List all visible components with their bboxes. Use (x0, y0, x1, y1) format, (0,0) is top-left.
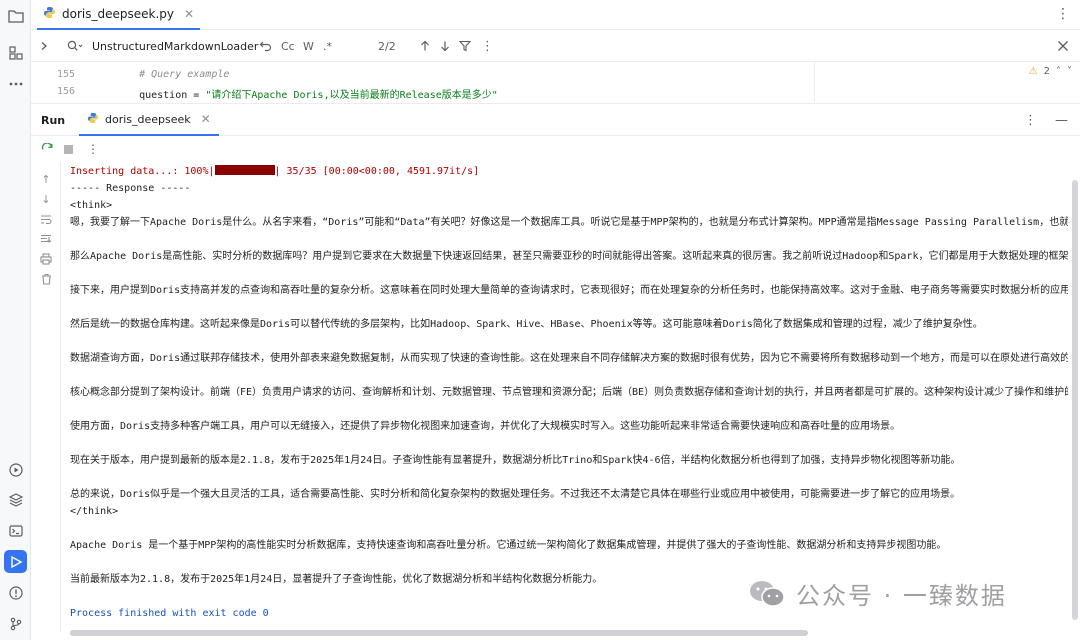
git-icon[interactable] (4, 612, 27, 635)
stop-icon[interactable] (61, 142, 75, 156)
code-string: "请介绍下Apache Doris,以及当前最新的Release版本是多少" (205, 90, 498, 101)
search-input[interactable]: UnstructuredMarkdownLoader (92, 30, 258, 62)
project-folder-icon[interactable] (4, 4, 27, 27)
services-icon[interactable] (4, 458, 27, 481)
filter-icon[interactable] (459, 30, 471, 62)
run-icon[interactable] (4, 550, 27, 573)
undo-icon[interactable] (259, 30, 272, 62)
watermark-text: 公众号 · 一臻数据 (796, 582, 1007, 610)
editor-tab-bar: doris_deepseek.py ✕ ⋮ (31, 0, 1080, 30)
line-number: 156 (56, 86, 75, 97)
rerun-icon[interactable] (40, 142, 54, 156)
tab-options-icon[interactable]: ⋮ (1056, 6, 1070, 22)
search-options-icon[interactable]: ⋮ (481, 30, 494, 62)
minimize-icon[interactable]: — (1055, 113, 1068, 128)
clear-trash-icon[interactable] (39, 272, 53, 286)
console-line: 当前最新版本为2.1.8，发布于2025年1月24日，显著提升了子查询性能，优化… (70, 574, 603, 585)
code-line: question = "请介绍下Apache Doris,以及当前最新的Rele… (115, 86, 498, 101)
run-tool-header: Run doris_deepseek ✕ ⋮ — (31, 104, 1080, 136)
match-case-toggle[interactable]: Cc (281, 30, 295, 62)
run-config-tab[interactable]: doris_deepseek ✕ (79, 104, 219, 136)
whole-words-toggle[interactable]: W (303, 30, 314, 62)
run-tool-title: Run (41, 113, 66, 127)
scroll-up-icon[interactable]: ↑ (39, 172, 53, 186)
console-line: 核心概念部分提到了架构设计。前端（FE）负责用户请求的访问、查询解析和计划、元数… (70, 387, 1068, 398)
watermark: 公众号 · 一臻数据 (748, 576, 1007, 611)
console-line: </think> (70, 506, 119, 517)
editor-right-margin (814, 62, 815, 103)
warning-count: 2 (1043, 66, 1050, 77)
console-line: 那么Apache Doris是高性能、实时分析的数据库吗？用户提到它要求在大数据… (70, 251, 1068, 262)
line-number: 155 (56, 69, 75, 80)
console-line: 数据湖查询方面，Doris通过联邦存储技术，使用外部表来避免数据复制，从而实现了… (70, 353, 1068, 364)
scroll-to-end-icon[interactable] (39, 232, 53, 246)
close-tab-icon[interactable]: ✕ (184, 7, 194, 21)
problems-icon[interactable] (4, 581, 27, 604)
chevron-down-icon[interactable]: ˅ (1067, 66, 1072, 77)
activity-bar (0, 0, 31, 640)
print-icon[interactable] (39, 252, 53, 266)
layers-icon[interactable] (4, 488, 27, 511)
regex-toggle[interactable]: .* (323, 30, 332, 62)
close-tab-icon[interactable]: ✕ (201, 112, 211, 126)
progress-line: Inserting data...: 100%| | 35/35 [00:00<0… (70, 165, 479, 179)
match-count: 2/2 (378, 39, 396, 53)
close-search-icon[interactable] (1057, 30, 1069, 62)
console-line: 接下来，用户提到Doris支持高并发的点查询和高吞吐量的复杂分析。这意味着在同时… (70, 285, 1068, 296)
find-bar: UnstructuredMarkdownLoader Cc W .* 2/2 ⋮ (31, 30, 1080, 62)
code-assignment: question = (115, 90, 206, 101)
chevron-up-icon[interactable]: ˄ (1056, 66, 1061, 77)
more-actions-icon[interactable]: ⋮ (86, 142, 100, 156)
horizontal-scrollbar[interactable] (70, 630, 808, 636)
scroll-down-icon[interactable]: ↓ (39, 192, 53, 206)
soft-wrap-icon[interactable] (39, 212, 53, 226)
console-line: ----- Response ----- (70, 183, 191, 194)
code-editor[interactable]: 155 # Query example 156 question = "请介绍下… (31, 62, 1080, 104)
console-line: 然后是统一的数据仓库构建。这听起来像是Doris可以替代传统的多层架构，比如Ha… (70, 319, 983, 330)
console-line: 使用方面，Doris支持多种客户端工具，用户可以无缝接入，还提供了异步物化视图来… (70, 421, 901, 432)
chevron-right-icon[interactable] (39, 30, 49, 62)
more-tools-icon[interactable] (4, 72, 27, 95)
run-config-tab-label: doris_deepseek (105, 112, 191, 126)
vertical-scrollbar[interactable] (1072, 180, 1078, 620)
options-icon[interactable]: ⋮ (1024, 113, 1037, 128)
console-line: 现在关于版本，用户提到最新的版本是2.1.8，发布于2025年1月24日。子查询… (70, 455, 961, 466)
console-line: 嗯，我要了解一下Apache Doris是什么。从名字来看，“Doris”可能和… (70, 217, 1068, 228)
code-comment: # Query example (115, 69, 230, 80)
run-toolbar: ⋮ (31, 136, 1080, 162)
wechat-logo-icon (748, 579, 786, 609)
console-output[interactable]: Inserting data...: 100%| | 35/35 [00:00<0… (62, 162, 1068, 628)
run-header-actions: ⋮ — (1024, 104, 1068, 136)
python-file-icon (87, 112, 99, 127)
progress-suffix: | 35/35 [00:00<00:00, 4591.97it/s] (274, 166, 480, 177)
inspection-widget[interactable]: ⚠ 2 ˄ ˅ (1029, 66, 1072, 77)
terminal-icon[interactable] (4, 519, 27, 542)
console-line: Apache Doris 是一个基于MPP架构的高性能实时分析数据库，支持快速查… (70, 540, 947, 551)
next-match-icon[interactable] (439, 30, 451, 62)
exit-message: Process finished with exit code 0 (70, 608, 269, 619)
progress-bar-fill (214, 165, 275, 175)
console-line: <think> (70, 200, 113, 211)
python-file-icon (43, 6, 56, 22)
editor-file-tab-label: doris_deepseek.py (62, 7, 174, 21)
console-line: 总的来说，Doris似乎是一个强大且灵活的工具，适合需要高性能、实时分析和简化复… (70, 489, 961, 500)
editor-file-tab[interactable]: doris_deepseek.py ✕ (37, 0, 201, 30)
search-icon[interactable] (67, 30, 83, 62)
previous-match-icon[interactable] (419, 30, 431, 62)
warning-icon: ⚠ (1028, 66, 1038, 77)
progress-prefix: Inserting data...: 100%| (70, 166, 215, 177)
console-side-toolbar: ↑ ↓ (31, 162, 61, 632)
structure-icon[interactable] (4, 41, 27, 64)
